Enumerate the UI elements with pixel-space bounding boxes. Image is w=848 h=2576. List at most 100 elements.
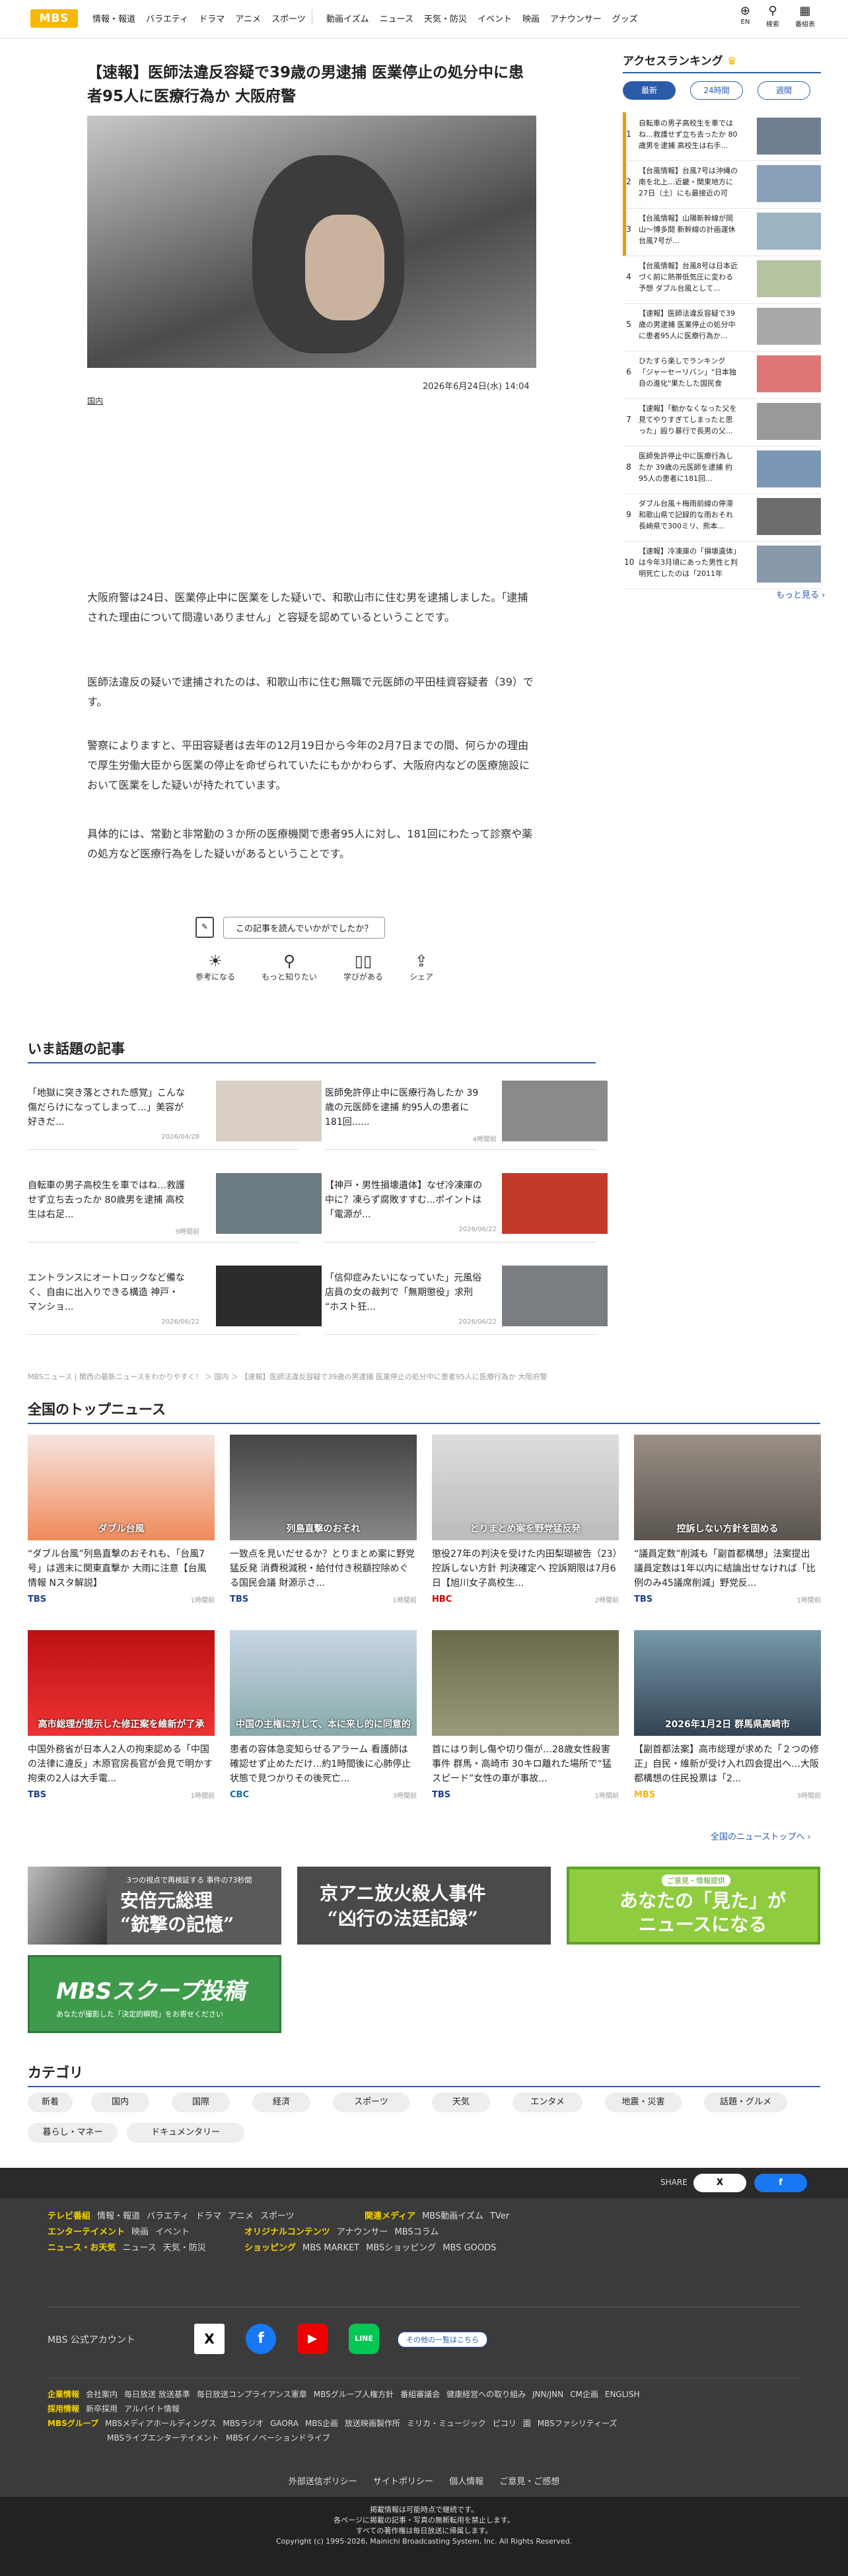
nav-item[interactable]: アナウンサー [550,12,602,24]
footer-link[interactable]: アニメ [228,2211,254,2221]
footer-link[interactable]: TVer [490,2211,509,2221]
footer-link[interactable]: スポーツ [260,2211,295,2221]
ranking-more-link[interactable]: もっと見る › [776,588,825,600]
footer-link[interactable]: 毎日放送 放送基準 [124,2390,190,2399]
nav-item[interactable]: バラエティ [146,12,188,24]
footer-link[interactable]: MBSファシリティーズ [538,2419,618,2428]
category-pill[interactable]: 地震・災害 [605,2093,682,2112]
tab-24h[interactable]: 24時間 [690,81,743,100]
nav-item[interactable]: グッズ [612,12,638,24]
footer-link[interactable]: 会社案内 [86,2390,118,2399]
breadcrumb[interactable]: MBSニュース | 関西の最新ニュースをわかりやすく！ ＞ 国内 ＞ 【速報】医… [28,1371,547,1382]
footer-link[interactable]: GAORA [270,2419,299,2428]
topic-item[interactable]: 「地獄に突き落とされた感覚」こんな傷だらけになってしまって…」美容が好きだ...… [28,1081,322,1150]
footer-link[interactable]: MBS GOODS [442,2243,496,2253]
footer-link[interactable]: MBS企画 [305,2419,338,2428]
footer-link[interactable]: MBSラジオ [223,2419,264,2428]
footer-link[interactable]: ピコリ [493,2419,516,2428]
ranking-item[interactable]: 10 【速報】冷凍庫の「損壊遺体」は今年3月頃にあった男性と判明死亡したのは「20… [623,540,821,589]
footer-link[interactable]: ENGLISH [605,2390,640,2399]
national-news-item[interactable]: ダブル台風 “ダブル台風”列島直撃のおそれも、「台風7号」は週末に関東直撃か 大雨… [28,1435,215,1604]
tv-guide-button[interactable]: ▦ 番組表 [795,4,815,28]
tab-latest[interactable]: 最新 [623,81,676,100]
national-more-link[interactable]: 全国のニューストップへ › [711,1830,811,1842]
banner-tip[interactable]: ご意見・情報提供 あなたの「見た」が ニュースになる [567,1867,820,1945]
share-x-button[interactable]: X [693,2174,746,2192]
category-pill[interactable]: 暮らし・マネー [28,2123,118,2143]
footer-link[interactable]: 健康経営への取り組み [446,2390,526,2399]
national-news-item[interactable]: とりまとめ案を野党猛反発 懲役27年の判決を受けた内田梨瑚被告（23）控訴しない方… [432,1435,619,1604]
category-pill[interactable]: 国内 [91,2093,149,2112]
ranking-item[interactable]: 4 【台風情報】台風8号は日本近づく前に熱帯低気圧に変わる予想 ダブル台風として.… [623,255,821,304]
footer-link[interactable]: 映画 [131,2227,149,2237]
footer-link[interactable]: MBSメディアホールディングス [105,2419,216,2428]
footer-link[interactable]: ミリカ・ミュージック [407,2419,486,2428]
category-pill[interactable]: ドキュメンタリー [127,2123,244,2143]
footer-link[interactable]: CM企画 [570,2390,598,2399]
national-news-item[interactable]: 中国の主権に対して、本に来し的に同意的 患者の容体急変知らせるアラーム 看護師は確… [230,1630,417,1800]
category-pill[interactable]: 話題・グルメ [704,2093,787,2112]
banner-kyoani[interactable]: 京アニ放火殺人事件 “凶行の法廷記録” [297,1867,551,1945]
footer-link[interactable]: イベント [155,2227,190,2237]
nav-item[interactable]: 動画イズム [326,12,369,24]
reaction-know-more-button[interactable]: ⚲ もっと知りたい [262,951,317,982]
category-pill[interactable]: 経済 [252,2093,310,2112]
category-pill[interactable]: エンタメ [512,2093,583,2112]
ranking-item[interactable]: 5 【速報】医師法違反容疑で39歳の男逮捕 医業停止の処分中に患者95人に医療行為… [623,303,821,351]
topic-item[interactable]: 「信仰症みたいになっていた」元風俗店員の女の裁判で「無期懲役」求刑 “ホスト狂.… [325,1266,608,1335]
footer-link[interactable]: 園 [523,2419,531,2428]
footer-link[interactable]: 放送映画製作所 [345,2419,400,2428]
ranking-item[interactable]: 3 【台風情報】山陽新幹線が岡山〜博多間 新幹線の計画運休 台風7号が... [623,207,821,256]
banner-abe[interactable]: 3つの視点で再検証する 事件の73秒間 安倍元総理 “銃撃の記憶” [28,1867,281,1945]
footer-link[interactable]: アナウンサー [337,2227,388,2237]
footer-link[interactable]: 天気・防災 [163,2243,206,2253]
ranking-item[interactable]: 1 自転車の男子高校生を車ではね…救護せず立ち去ったか 80歳男を逮捕 高校生は右… [623,112,821,161]
x-icon[interactable]: X [194,2324,225,2354]
footer-link[interactable]: MBSコラム [395,2227,439,2237]
share-button[interactable]: ⇪ シェア [409,951,433,982]
category-pill[interactable]: 天気 [432,2093,490,2112]
facebook-icon[interactable]: f [246,2324,276,2354]
footer-link[interactable]: ニュース [122,2243,156,2253]
footer-link[interactable]: アルバイト情報 [124,2404,180,2414]
national-news-item[interactable]: 高市総理が提示した修正案を維新が了承 中国外務省が日本人2人の拘束認める「中国の法… [28,1630,215,1800]
national-news-item[interactable]: 列島直撃のおそれ 一致点を見いだせるか？とりまとめ案に野党猛反発 消費税減税・給付… [230,1435,417,1604]
search-button[interactable]: ⚲ 検索 [766,4,779,28]
category-pill[interactable]: 国際 [172,2093,230,2112]
nav-item[interactable]: アニメ [235,12,261,24]
footer-link[interactable]: 情報・報道 [97,2211,140,2221]
category-pill[interactable]: 新着 [28,2093,73,2112]
reaction-learn-button[interactable]: ▯▯ 学びがある [343,951,383,982]
footer-link[interactable]: MBS動画イズム [422,2211,483,2221]
article-category[interactable]: 国内 [87,395,103,406]
topic-item[interactable]: 【神戸・男性損壊遺体】なぜ冷凍庫の中に？凍らず腐敗すすむ...ポイントは「電源が… [325,1173,608,1242]
nav-item[interactable]: ドラマ [199,12,225,24]
youtube-icon[interactable]: ▶ [297,2324,328,2354]
footer-link[interactable]: MBS MARKET [302,2243,359,2253]
footer-link[interactable]: MBSグループ人権方針 [314,2390,394,2399]
footer-link[interactable]: MBSイノベーションドライブ [226,2433,330,2443]
nav-item[interactable]: スポーツ [271,12,306,24]
nav-item[interactable]: 映画 [522,12,540,24]
footer-link[interactable]: 番組審議会 [400,2390,440,2399]
footer-link[interactable]: バラエティ [147,2211,189,2221]
tab-weekly[interactable]: 週間 [758,81,810,100]
language-button[interactable]: ⊕ EN [740,4,750,28]
nav-item[interactable]: 情報・報道 [92,12,135,24]
nav-item[interactable]: イベント [477,12,512,24]
footer-link[interactable]: 新卒採用 [86,2404,118,2414]
topic-item[interactable]: 医師免許停止中に医療行為したか 39歳の元医師を逮捕 約95人の患者に181回.… [325,1081,608,1150]
nav-item[interactable]: 天気・防災 [424,12,467,24]
ranking-item[interactable]: 6 ひたすら楽しでランキング「ジャーセーリバン」"日本独自の進化"果たした国民食 … [623,350,821,399]
reaction-helpful-button[interactable]: ☀ 参考になる [195,951,235,982]
ranking-item[interactable]: 9 ダブル台風＋梅雨前線の停滞 和歌山県で記録的な雨おそれ 長崎県で300ミリ、熊… [623,493,821,542]
ranking-item[interactable]: 2 【台風情報】台風7号は沖縄の南を北上…近畿・関東地方に27日（土）にも最接近の… [623,160,821,209]
line-icon[interactable]: LINE [349,2324,379,2354]
category-pill[interactable]: スポーツ [333,2093,409,2112]
nav-item[interactable]: ニュース [380,12,413,24]
national-news-item[interactable]: 首にはり刺し傷や切り傷が…28歳女性殺害事件 群馬・高崎市 30キロ離れた場所で… [432,1630,619,1800]
footer-link[interactable]: ドラマ [195,2211,221,2221]
footer-link[interactable]: MBSライブエンターテイメント [107,2433,219,2443]
banner-scoop[interactable]: MBSスクープ投稿 あなたが撮影した「決定的瞬間」をお寄せください [28,1955,281,2033]
more-accounts-button[interactable]: その他の一覧はこちら [398,2332,487,2347]
